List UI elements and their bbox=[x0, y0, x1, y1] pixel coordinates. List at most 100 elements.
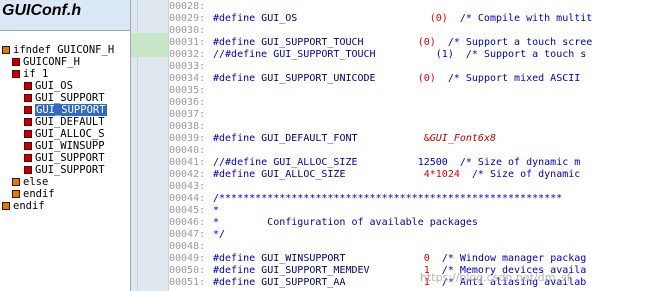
line-number: 00036: bbox=[169, 97, 206, 108]
define-icon bbox=[24, 82, 32, 90]
tree-item[interactable]: GUI_SUPPORT bbox=[24, 164, 105, 176]
code-token: /***************************************… bbox=[213, 193, 563, 204]
line-number: 00048: bbox=[169, 241, 206, 252]
code-line: 00029: #define GUI_OS (0) /* Compile with… bbox=[169, 13, 592, 25]
code-line: 00048: bbox=[169, 241, 213, 253]
line-number: 00039: bbox=[169, 133, 206, 144]
define-icon bbox=[24, 166, 32, 174]
code-token: #define bbox=[213, 169, 262, 180]
code-token: GUI_SUPPORT_TOUCH bbox=[261, 37, 364, 48]
code-token: GUI_ALLOC_SIZE bbox=[261, 169, 346, 180]
tree-item[interactable]: GUI_SUPPORT bbox=[24, 152, 105, 164]
tree-item[interactable]: GUI_SUPPORT bbox=[24, 104, 107, 116]
tree-item[interactable]: endif bbox=[2, 200, 45, 212]
define-icon bbox=[24, 130, 32, 138]
code-token: #define bbox=[213, 277, 262, 288]
code-line: 00038: bbox=[169, 121, 213, 133]
tree-item[interactable]: GUICONF_H bbox=[12, 56, 80, 68]
code-line: 00042: #define GUI_ALLOC_SIZE 4*1024 /* S… bbox=[169, 169, 580, 181]
code-token: //#define GUI_ALLOC_SIZE bbox=[213, 157, 358, 168]
tree-item[interactable]: endif bbox=[12, 188, 55, 200]
code-token: /* Support a touch scree bbox=[435, 37, 593, 48]
tree-item[interactable]: GUI_WINSUPP bbox=[24, 140, 105, 152]
line-number: 00034: bbox=[169, 73, 206, 84]
tree-item[interactable]: GUI_OS bbox=[24, 80, 73, 92]
changed-lines-marker bbox=[131, 33, 168, 57]
code-token: #define bbox=[213, 253, 262, 264]
code-token: (1) /* Support a touch s bbox=[435, 49, 587, 60]
code-token: GUI_SUPPORT_MEMDEV bbox=[261, 265, 370, 276]
code-token: #define bbox=[213, 265, 262, 276]
tree-item[interactable]: GUI_ALLOC_S bbox=[24, 128, 105, 140]
code-token: /* Size of dynamic bbox=[459, 169, 581, 180]
code-line: 00047: */ bbox=[169, 229, 225, 241]
line-number: 00029: bbox=[169, 13, 206, 24]
tree-item-label: GUI_SUPPORT bbox=[35, 92, 105, 104]
tree-item[interactable]: if 1 bbox=[12, 68, 48, 80]
tree-item-label: endif bbox=[23, 188, 55, 200]
code-token: /* Compile with multit bbox=[447, 13, 593, 24]
code-token: (0) bbox=[417, 37, 436, 48]
code-line: 00039: #define GUI_DEFAULT_FONT &GUI_Font… bbox=[169, 133, 496, 145]
line-number: 00040: bbox=[169, 145, 206, 156]
code-token: * Configuration of available packages bbox=[213, 217, 478, 228]
line-number: 00035: bbox=[169, 85, 206, 96]
code-line: 00028: bbox=[169, 1, 213, 13]
code-line: 00037: bbox=[169, 109, 213, 121]
tree-item[interactable]: else bbox=[12, 176, 48, 188]
code-line: 00032: //#define GUI_SUPPORT_TOUCH (1) /*… bbox=[169, 49, 586, 61]
define-icon bbox=[24, 142, 32, 150]
tree-item-label: GUI_OS bbox=[35, 80, 73, 92]
code-token: #define bbox=[213, 133, 262, 144]
code-line: 00036: bbox=[169, 97, 213, 109]
code-token: 4*1024 bbox=[423, 169, 460, 180]
tree-item-label: GUI_ALLOC_S bbox=[35, 128, 105, 140]
tree-item-label: GUICONF_H bbox=[23, 56, 80, 68]
code-line: 00034: #define GUI_SUPPORT_UNICODE (0) /*… bbox=[169, 73, 580, 85]
tree-item-label: else bbox=[23, 176, 49, 188]
tree-item[interactable]: GUI_DEFAULT bbox=[24, 116, 105, 128]
file-title: GUIConf.h bbox=[2, 2, 82, 19]
tree-item[interactable]: GUI_SUPPORT bbox=[24, 92, 105, 104]
line-number: 00046: bbox=[169, 217, 206, 228]
tree-item-label: GUI_SUPPORT bbox=[35, 164, 105, 176]
line-number: 00031: bbox=[169, 37, 206, 48]
gutter bbox=[131, 0, 169, 291]
code-line: 00046: * Configuration of available packa… bbox=[169, 217, 478, 229]
tree-item-label: GUI_DEFAULT bbox=[35, 116, 105, 128]
line-number: 00032: bbox=[169, 49, 206, 60]
line-number: 00028: bbox=[169, 1, 206, 12]
line-number: 00045: bbox=[169, 205, 206, 216]
code-token: GUI_SUPPORT_UNICODE bbox=[261, 73, 376, 84]
tree-item-label: GUI_SUPPORT bbox=[35, 152, 105, 164]
tree-item-label: GUI_SUPPORT bbox=[35, 104, 107, 116]
code-token: (0) bbox=[417, 73, 436, 84]
code-token: //#define GUI_SUPPORT_TOUCH bbox=[213, 49, 376, 60]
tree-item-label: if 1 bbox=[23, 68, 49, 80]
line-number: 00042: bbox=[169, 169, 206, 180]
define-icon bbox=[12, 178, 20, 186]
code-token: (0) bbox=[429, 13, 448, 24]
code-line: 00033: bbox=[169, 61, 213, 73]
code-line: 00045: * bbox=[169, 205, 219, 217]
line-number: 00043: bbox=[169, 181, 206, 192]
symbol-tree: ifndef GUICONF_H GUICONF_H if 1 GUI_OS GUI_S… bbox=[0, 40, 130, 291]
define-icon bbox=[24, 118, 32, 126]
code-token: /* Support mixed ASCII bbox=[435, 73, 581, 84]
tree-item-label: ifndef GUICONF_H bbox=[13, 44, 115, 56]
code-token: */ bbox=[213, 229, 226, 240]
tree-item[interactable]: ifndef GUICONF_H bbox=[2, 44, 114, 56]
line-number: 00041: bbox=[169, 157, 206, 168]
code-token: GUI_OS bbox=[261, 13, 298, 24]
code-token: #define bbox=[213, 37, 262, 48]
code-line: 00049: #define GUI_WINSUPPORT 0 /* Window… bbox=[169, 253, 586, 265]
watermark: https://blog.csdn.net/dm_sf bbox=[420, 271, 571, 284]
code-editor[interactable]: 00028: 00029: #define GUI_OS (0) /* Compil… bbox=[169, 0, 649, 291]
symbol-pane: GUIConf.h ifndef GUICONF_H GUICONF_H if 1G… bbox=[0, 0, 131, 291]
